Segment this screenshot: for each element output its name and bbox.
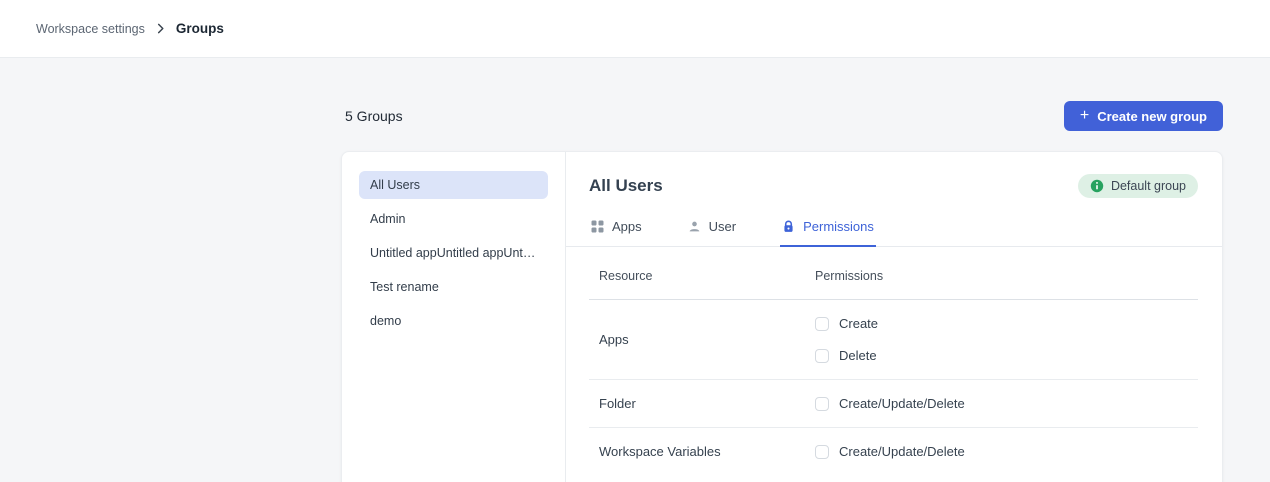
tab-apps-label: Apps — [612, 219, 642, 234]
chevron-right-icon — [155, 23, 166, 34]
breadcrumb-groups: Groups — [176, 21, 224, 36]
table-row-workspace-variables: Workspace Variables Create/Update/Delete — [589, 428, 1198, 475]
permission-label: Create — [839, 316, 878, 331]
top-bar: Workspace settings Groups — [0, 0, 1270, 58]
user-icon — [688, 220, 701, 233]
tab-bar: Apps User — [566, 217, 1222, 247]
tab-permissions-label: Permissions — [803, 219, 874, 234]
create-new-group-label: Create new group — [1097, 109, 1207, 124]
default-group-label: Default group — [1111, 179, 1186, 193]
group-item-label: demo — [370, 314, 401, 328]
permission-label: Create/Update/Delete — [839, 396, 965, 411]
breadcrumb: Workspace settings Groups — [36, 21, 224, 36]
group-item-test-rename[interactable]: Test rename — [359, 273, 548, 301]
group-item-admin[interactable]: Admin — [359, 205, 548, 233]
lock-icon — [782, 220, 795, 233]
resource-label: Folder — [589, 396, 815, 411]
tab-permissions[interactable]: Permissions — [780, 217, 876, 246]
apps-grid-icon — [591, 220, 604, 233]
group-item-label: Admin — [370, 212, 405, 226]
checkbox-workspace-variables-cud[interactable] — [815, 445, 829, 459]
info-icon — [1090, 179, 1104, 193]
column-header-resource: Resource — [589, 269, 815, 283]
default-group-badge: Default group — [1078, 174, 1198, 198]
group-item-all-users[interactable]: All Users — [359, 171, 548, 199]
group-item-label: All Users — [370, 178, 420, 192]
column-header-permissions: Permissions — [815, 269, 1198, 283]
breadcrumb-workspace-settings[interactable]: Workspace settings — [36, 22, 145, 36]
resource-label: Apps — [589, 332, 815, 347]
checkbox-apps-create[interactable] — [815, 317, 829, 331]
permission-label: Create/Update/Delete — [839, 444, 965, 459]
groups-card: All Users Admin Untitled appUntitled app… — [341, 151, 1223, 482]
tab-user-label: User — [709, 219, 736, 234]
checkbox-folder-cud[interactable] — [815, 397, 829, 411]
tab-user[interactable]: User — [686, 217, 738, 246]
group-item-label: Test rename — [370, 280, 439, 294]
permissions-table: Resource Permissions Apps Create — [589, 247, 1198, 475]
checkbox-apps-delete[interactable] — [815, 349, 829, 363]
group-title: All Users — [589, 176, 663, 196]
groups-toolbar: 5 Groups + Create new group — [341, 101, 1223, 131]
create-new-group-button[interactable]: + Create new group — [1064, 101, 1223, 131]
table-row-folder: Folder Create/Update/Delete — [589, 380, 1198, 428]
table-header: Resource Permissions — [589, 247, 1198, 300]
group-item-demo[interactable]: demo — [359, 307, 548, 335]
plus-icon: + — [1080, 108, 1089, 124]
resource-label: Workspace Variables — [589, 444, 815, 459]
group-item-untitled-app[interactable]: Untitled appUntitled appUntitle… — [359, 239, 548, 267]
permission-label: Delete — [839, 348, 877, 363]
table-row-apps: Apps Create Delete — [589, 300, 1198, 380]
tab-apps[interactable]: Apps — [589, 217, 644, 246]
group-list: All Users Admin Untitled appUntitled app… — [342, 152, 566, 482]
groups-count-label: 5 Groups — [341, 108, 403, 124]
group-item-label: Untitled appUntitled appUntitle… — [370, 246, 537, 260]
page-background: 5 Groups + Create new group All Users Ad… — [0, 58, 1270, 482]
group-detail-panel: All Users Default group — [566, 152, 1222, 482]
